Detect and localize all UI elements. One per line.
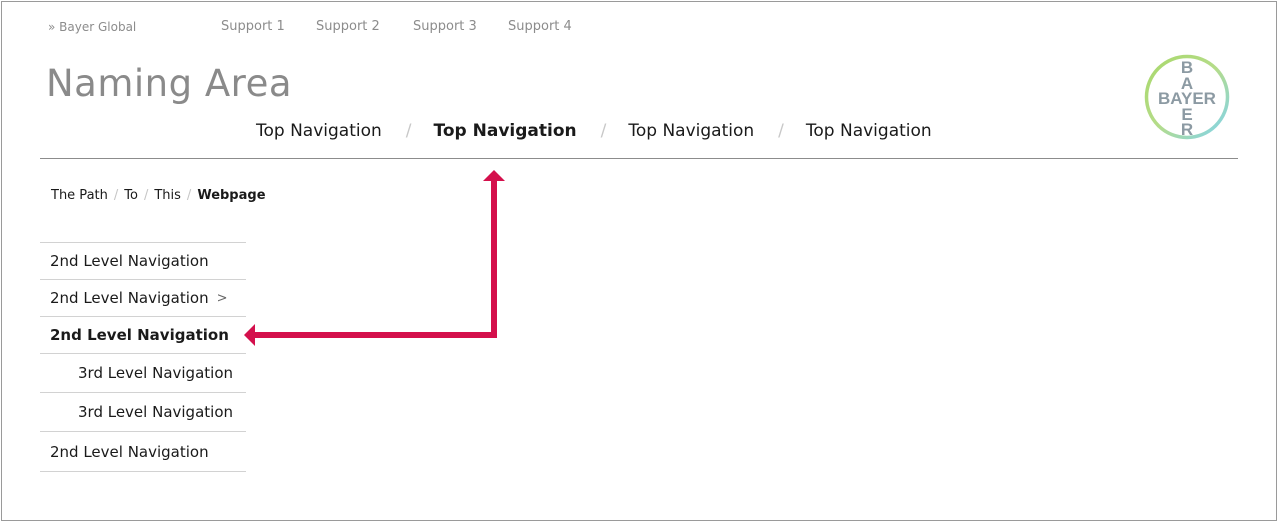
arrow-vertical-shaft — [491, 180, 497, 338]
arrow-head-left — [244, 324, 255, 346]
connector-arrow — [244, 170, 505, 346]
arrow-horizontal-shaft — [254, 332, 497, 338]
arrow-head-up — [483, 170, 505, 181]
